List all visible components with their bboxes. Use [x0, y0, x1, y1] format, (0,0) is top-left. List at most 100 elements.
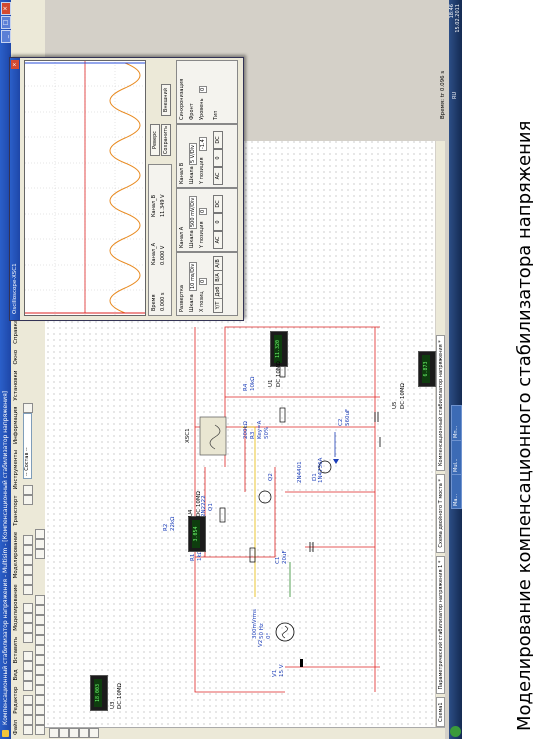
channel-b-zero-button[interactable]: 0 — [213, 149, 223, 167]
tab-compensation-stabilizer[interactable]: Компенсационный стабилизатор напряжения … — [436, 335, 445, 472]
ext-trigger-button[interactable]: Внешний — [161, 84, 171, 116]
menu-view[interactable]: Вид — [11, 669, 21, 680]
oscilloscope-xsc1-symbol[interactable] — [199, 416, 227, 456]
menu-help[interactable]: Справка — [11, 320, 21, 344]
mixed-icon[interactable] — [35, 645, 45, 655]
language-indicator[interactable]: RU — [452, 92, 458, 99]
analog-icon[interactable] — [35, 685, 45, 695]
multimeter-icon[interactable] — [49, 728, 59, 738]
mode-add-button[interactable]: Доб — [213, 284, 223, 299]
wattmeter-icon[interactable] — [69, 728, 79, 738]
channel-a-zero-button[interactable]: 0 — [213, 213, 223, 231]
pause-simulation-icon[interactable] — [35, 539, 45, 549]
oscilloscope-title-bar[interactable]: Oscilloscope-XSC1 × — [10, 58, 20, 320]
resistor-r1-symbol[interactable] — [249, 547, 256, 563]
in-use-list-dropdown[interactable]: -- Состав -- — [23, 413, 32, 479]
misc-digital-icon[interactable] — [35, 655, 45, 665]
zoom-fit-icon[interactable] — [23, 603, 33, 613]
channel-a-ac-button[interactable]: AC — [213, 231, 223, 249]
source-icon[interactable] — [35, 725, 45, 735]
print-icon[interactable] — [23, 695, 33, 705]
component-place-icon[interactable] — [23, 495, 33, 505]
tab-schema1[interactable]: Схема1 — [436, 697, 445, 727]
taskbar-item-2[interactable]: Mul... — [451, 439, 462, 475]
function-generator-icon[interactable] — [59, 728, 69, 738]
trigger-level-field[interactable]: 0 — [199, 85, 207, 93]
zoom-in-icon[interactable] — [23, 633, 33, 643]
power-icon[interactable] — [35, 625, 45, 635]
spreadsheet-icon[interactable] — [23, 575, 33, 585]
run-simulation-icon[interactable] — [35, 549, 45, 559]
transistor-q1-symbol[interactable] — [258, 490, 272, 504]
undo-icon[interactable] — [23, 651, 33, 661]
rf-icon[interactable] — [35, 605, 45, 615]
x-position-field[interactable]: 0 — [199, 277, 207, 285]
taskbar-item-1[interactable]: Ма... — [451, 473, 462, 509]
taskbar-clock[interactable]: 18:46 15.02.2011 — [449, 4, 461, 33]
copy-icon[interactable] — [23, 671, 33, 681]
analysis-icon[interactable] — [23, 485, 33, 495]
misc-icon[interactable] — [35, 615, 45, 625]
channel-b-ypos-field[interactable]: -1.4 — [199, 137, 207, 151]
menu-transfer[interactable]: Транспорт — [11, 495, 21, 526]
zener-d1-symbol[interactable] — [333, 459, 339, 464]
start-button[interactable] — [450, 726, 461, 737]
new-file-icon[interactable] — [23, 725, 33, 735]
mode-ab-button[interactable]: A/B — [213, 256, 223, 271]
indicator-icon[interactable] — [35, 635, 45, 645]
help-question-icon[interactable] — [23, 403, 33, 413]
transistor-icon[interactable] — [35, 695, 45, 705]
diode-icon[interactable] — [35, 705, 45, 715]
design-toolbox-icon[interactable] — [23, 585, 33, 595]
reverse-button[interactable]: Реверс — [150, 124, 160, 156]
timebase-scale-field[interactable]: 10 ms/Div — [189, 261, 197, 291]
zoom-out-icon[interactable] — [23, 623, 33, 633]
breadboard-icon[interactable] — [23, 545, 33, 555]
channel-a-dc-button[interactable]: DC — [213, 195, 223, 213]
voltmeter-u3[interactable]: 18.003 — [90, 675, 108, 711]
menu-tools[interactable]: Инструменты — [11, 450, 21, 489]
ttl-icon[interactable] — [35, 675, 45, 685]
cut-icon[interactable] — [23, 681, 33, 691]
postprocessor-icon[interactable] — [23, 555, 33, 565]
channel-b-dc-button[interactable]: DC — [213, 131, 223, 149]
taskbar-item-3[interactable]: Мп... — [451, 405, 462, 441]
open-file-icon[interactable] — [23, 715, 33, 725]
basic-icon[interactable] — [35, 715, 45, 725]
potentiometer-r3-symbol[interactable] — [279, 407, 286, 423]
resistor-r2-symbol[interactable] — [219, 507, 226, 523]
menu-edit[interactable]: Редактор — [11, 687, 21, 714]
save-button[interactable]: Сохранить — [161, 124, 171, 156]
help-icon[interactable] — [23, 535, 33, 545]
channel-a-ypos-field[interactable]: 0 — [199, 207, 207, 215]
channel-b-ac-button[interactable]: AC — [213, 167, 223, 185]
menu-file[interactable]: Файл — [11, 720, 21, 735]
maximize-button[interactable]: □ — [1, 16, 11, 29]
menu-insert[interactable]: Вставить — [11, 637, 21, 664]
menu-options[interactable]: Установки — [11, 371, 21, 401]
voltmeter-u4[interactable]: 3.054 — [188, 516, 206, 552]
voltmeter-u5[interactable]: 6.873 — [418, 351, 436, 387]
menu-simulate[interactable]: Моделирование — [11, 584, 21, 630]
channel-b-scale-field[interactable]: 5 V/Div — [189, 142, 197, 165]
paste-icon[interactable] — [23, 661, 33, 671]
oscilloscope-icon[interactable] — [79, 728, 89, 738]
mode-yt-button[interactable]: Y/T — [213, 298, 223, 313]
close-button[interactable]: × — [1, 2, 11, 15]
oscilloscope-close-button[interactable]: × — [11, 60, 19, 69]
tab-double-t-bridge[interactable]: Схема двойного Т моста * — [436, 474, 445, 553]
electromechanical-icon[interactable] — [35, 595, 45, 605]
menu-window[interactable]: Окно — [11, 350, 21, 365]
menu-simulate-2[interactable]: Моделирование — [11, 532, 21, 578]
minimize-button[interactable]: _ — [1, 30, 11, 43]
zoom-area-icon[interactable] — [23, 613, 33, 623]
dc-source-v1-symbol[interactable] — [300, 659, 303, 667]
cmos-icon[interactable] — [35, 665, 45, 675]
channel-a-scale-field[interactable]: 500 mV/Div — [189, 195, 197, 229]
bode-plotter-icon[interactable] — [89, 728, 99, 738]
mode-ba-button[interactable]: B/A — [213, 270, 223, 285]
stop-simulation-icon[interactable] — [35, 529, 45, 539]
database-icon[interactable] — [23, 565, 33, 575]
menu-reports[interactable]: Информация — [11, 407, 21, 444]
save-icon[interactable] — [23, 705, 33, 715]
